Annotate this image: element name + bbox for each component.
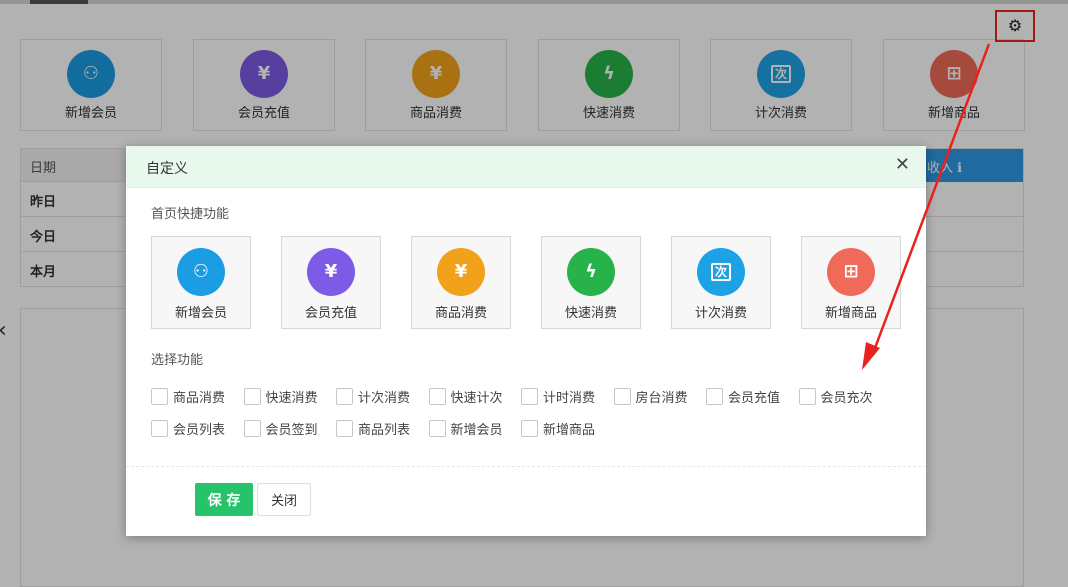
checkbox[interactable] xyxy=(613,387,631,405)
dialog-header: 自定义 ✕ xyxy=(126,146,926,188)
function-option[interactable]: 新增会员 xyxy=(428,418,503,438)
option-label: 新增商品 xyxy=(543,422,596,438)
option-label: 商品消费 xyxy=(173,390,226,406)
add-product-icon: ⊞ xyxy=(827,248,875,296)
checkbox[interactable] xyxy=(336,387,353,405)
checkbox[interactable] xyxy=(428,387,446,405)
option-label: 会员充次 xyxy=(820,390,873,406)
select-functions-label: 选择功能 xyxy=(151,353,204,368)
function-option[interactable]: 计次消费 xyxy=(336,386,410,406)
function-option[interactable]: 商品列表 xyxy=(336,418,410,438)
checkbox[interactable] xyxy=(521,419,538,437)
shortcut-card[interactable]: 次计次消费 xyxy=(671,236,771,329)
option-label: 商品列表 xyxy=(358,422,411,438)
shortcut-card[interactable]: ¥ 会员充值 xyxy=(281,236,381,329)
option-label: 快速消费 xyxy=(265,390,318,406)
checkbox[interactable] xyxy=(706,387,723,405)
checkbox[interactable] xyxy=(151,419,168,437)
shortcut-card[interactable]: ⊞ 新增商品 xyxy=(801,236,901,329)
option-label: 计次消费 xyxy=(358,390,411,406)
checkbox[interactable] xyxy=(428,419,446,437)
shortcut-card-label: 新增商品 xyxy=(824,306,877,321)
function-option[interactable]: 会员充次 xyxy=(798,386,873,406)
shortcut-card-label: 快速消费 xyxy=(564,306,617,321)
count-consume-icon: 次 xyxy=(697,248,745,296)
option-label: 房台消费 xyxy=(635,390,688,406)
function-option[interactable]: 快速计次 xyxy=(428,386,503,406)
close-button[interactable]: 关闭 xyxy=(257,483,311,516)
option-label: 计时消费 xyxy=(543,390,596,406)
option-label: 会员签到 xyxy=(265,422,318,438)
icon-glyph: ¥ xyxy=(454,261,468,282)
function-option[interactable]: 新增商品 xyxy=(521,418,595,438)
home-shortcuts-label: 首页快捷功能 xyxy=(151,207,230,222)
function-option[interactable]: 房台消费 xyxy=(613,386,688,406)
icon-glyph: ¥ xyxy=(324,261,338,282)
checkbox[interactable] xyxy=(151,387,168,405)
function-option[interactable]: 会员列表 xyxy=(151,418,225,438)
option-label: 快速计次 xyxy=(450,390,503,406)
checkbox[interactable] xyxy=(521,387,538,405)
option-label: 新增会员 xyxy=(450,422,503,438)
shortcut-card[interactable]: ¥ 商品消费 xyxy=(411,236,511,329)
icon-glyph: ⚇ xyxy=(192,261,210,282)
lightning-icon: ϟ xyxy=(567,248,615,296)
function-option[interactable]: 快速消费 xyxy=(243,386,318,406)
customize-dialog: 自定义 ✕ 首页快捷功能 ⚇ 新增会员 ¥ 会员充值 ¥ 商品消费 ϟ 快速消费 次计次消费 ⊞ 新… xyxy=(126,146,926,536)
option-label: 会员列表 xyxy=(173,422,226,438)
checkbox[interactable] xyxy=(336,419,353,437)
function-option[interactable]: 会员充值 xyxy=(706,386,780,406)
shortcut-card-label: 商品消费 xyxy=(434,306,487,321)
shortcut-card-label: 计次消费 xyxy=(694,306,747,321)
option-label: 会员充值 xyxy=(728,390,781,406)
function-option[interactable]: 计时消费 xyxy=(521,386,595,406)
icon-glyph: ⊞ xyxy=(843,261,859,282)
close-icon[interactable]: ✕ xyxy=(895,156,910,174)
shortcut-card[interactable]: ϟ 快速消费 xyxy=(541,236,641,329)
product-consume-icon: ¥ xyxy=(437,248,485,296)
icon-glyph: ϟ xyxy=(585,261,597,282)
footer-divider xyxy=(126,466,926,467)
shortcut-card[interactable]: ⚇ 新增会员 xyxy=(151,236,251,329)
save-button[interactable]: 保 存 xyxy=(195,483,253,516)
function-option[interactable]: 商品消费 xyxy=(151,386,225,406)
shortcut-card-label: 会员充值 xyxy=(304,306,357,321)
add-member-icon: ⚇ xyxy=(177,248,225,296)
icon-glyph: 次 xyxy=(710,263,731,281)
recharge-icon: ¥ xyxy=(307,248,355,296)
dialog-title: 自定义 xyxy=(146,161,188,177)
function-option[interactable]: 会员签到 xyxy=(243,418,318,438)
checkbox[interactable] xyxy=(798,387,816,405)
checkbox[interactable] xyxy=(243,419,261,437)
shortcut-card-label: 新增会员 xyxy=(174,306,227,321)
checkbox[interactable] xyxy=(243,387,261,405)
